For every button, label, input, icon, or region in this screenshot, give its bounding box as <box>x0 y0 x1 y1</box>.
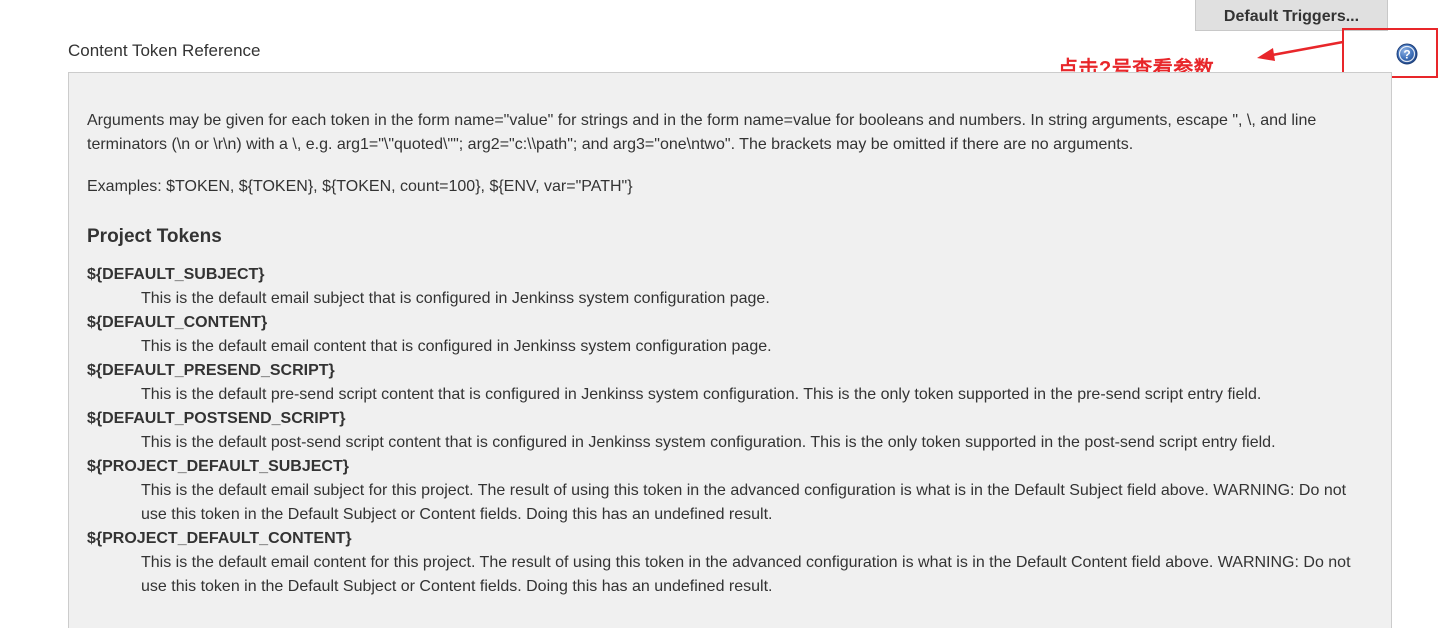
token-name: ${PROJECT_DEFAULT_CONTENT} <box>87 530 352 547</box>
annotation-arrow-icon <box>1257 40 1344 61</box>
default-triggers-button[interactable]: Default Triggers... <box>1195 0 1388 31</box>
project-tokens-heading: Project Tokens <box>87 226 222 247</box>
token-list: ${DEFAULT_SUBJECT} This is the default e… <box>87 263 1373 599</box>
token-name: ${DEFAULT_SUBJECT} <box>87 266 265 283</box>
token-desc: This is the default email content that i… <box>141 338 772 355</box>
help-examples: Examples: $TOKEN, ${TOKEN}, ${TOKEN, cou… <box>87 178 633 195</box>
token-desc: This is the default pre-send script cont… <box>141 386 1262 403</box>
token-desc: This is the default email subject for th… <box>141 482 1347 523</box>
token-name: ${DEFAULT_PRESEND_SCRIPT} <box>87 362 335 379</box>
token-name: ${PROJECT_DEFAULT_SUBJECT} <box>87 458 349 475</box>
annotation-highlight-box <box>1342 28 1438 78</box>
help-panel: Arguments may be given for each token in… <box>68 72 1392 628</box>
token-name: ${DEFAULT_POSTSEND_SCRIPT} <box>87 410 346 427</box>
jenkins-config-page: Default Triggers... Content Token Refere… <box>0 0 1440 628</box>
token-name: ${DEFAULT_CONTENT} <box>87 314 268 331</box>
token-desc: This is the default email content for th… <box>141 554 1351 595</box>
help-intro: Arguments may be given for each token in… <box>87 112 1317 153</box>
question-mark-help-icon[interactable]: ? <box>1396 43 1418 65</box>
help-glyph: ? <box>1403 48 1410 62</box>
content-token-reference-label: Content Token Reference <box>68 41 261 60</box>
token-desc: This is the default email subject that i… <box>141 290 770 307</box>
token-desc: This is the default post-send script con… <box>141 434 1276 451</box>
